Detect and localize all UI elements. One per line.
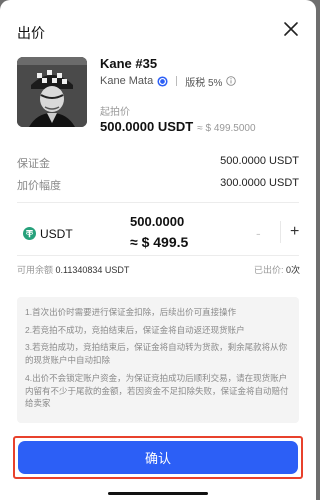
start-price-label: 起拍价 <box>100 107 130 118</box>
nft-name: Kane #35 <box>100 56 158 71</box>
bid-amount-input[interactable]: 500.0000 <box>130 214 184 229</box>
verified-icon <box>157 75 168 87</box>
modal-header: 出价 <box>0 0 316 58</box>
bid-count: 已出价: 0次 <box>254 263 300 276</box>
creator-row: Kane Mata 版税 5% <box>100 73 237 89</box>
divider-bottom <box>17 255 299 256</box>
decrease-button[interactable]: - <box>256 225 261 241</box>
start-price-usd: ≈ $ 499.5000 <box>197 123 256 134</box>
stepper-divider <box>280 221 281 243</box>
bid-input-box: USDT 500.0000 ≈ $ 499.5 - + <box>17 203 303 255</box>
deposit-value: 500.0000 USDT <box>220 155 299 167</box>
balance-label: 可用余额 <box>17 265 54 275</box>
currency-label: USDT <box>40 227 73 241</box>
confirm-highlight: 确认 <box>13 436 303 479</box>
bid-modal: 出价 Kane #35 Kane Mata 版税 5% 起拍价 500.0000… <box>0 0 316 500</box>
usdt-icon <box>23 227 36 240</box>
bid-count-value: 0次 <box>285 265 300 275</box>
bid-count-label: 已出价: <box>253 265 284 275</box>
nft-thumbnail <box>17 57 87 127</box>
available-balance: 可用余额 0.11340834 USDT <box>17 263 129 276</box>
bid-amount-usd: ≈ $ 499.5 <box>130 234 189 250</box>
start-price: 500.0000 USDT <box>100 119 194 134</box>
close-icon[interactable] <box>282 20 300 38</box>
increment-value: 300.0000 USDT <box>220 177 299 189</box>
deposit-label: 保证金 <box>17 158 50 170</box>
info-icon[interactable] <box>226 76 237 86</box>
balance-value: 0.11340834 USDT <box>55 265 130 275</box>
increase-button[interactable]: + <box>290 223 299 241</box>
start-price-row: 500.0000 USDT ≈ $ 499.5000 <box>100 119 256 134</box>
home-indicator <box>108 492 208 495</box>
note-item: 4.出价不会锁定账户资金，为保证竞拍成功后顺利交易，请在现货账户内留有不少于尾款… <box>25 372 289 409</box>
royalty-text: 版税 5% <box>185 77 223 89</box>
note-item: 2.若竞拍不成功，竞拍结束后，保证金将自动返还现货账户 <box>25 324 245 335</box>
creator-name[interactable]: Kane Mata <box>100 75 153 87</box>
notes-box: 1.首次出价时需要进行保证金扣除，后续出价可直接操作 2.若竞拍不成功，竞拍结束… <box>17 297 299 423</box>
note-item: 3.若竞拍成功，竞拍结束后，保证金将自动转为货款，剩余尾款将从你的现货账户中自动… <box>25 342 288 366</box>
note-item: 1.首次出价时需要进行保证金扣除，后续出价可直接操作 <box>25 307 237 317</box>
confirm-button[interactable]: 确认 <box>18 441 298 474</box>
divider <box>176 76 178 86</box>
increment-label: 加价幅度 <box>17 180 61 192</box>
modal-title: 出价 <box>17 25 45 41</box>
